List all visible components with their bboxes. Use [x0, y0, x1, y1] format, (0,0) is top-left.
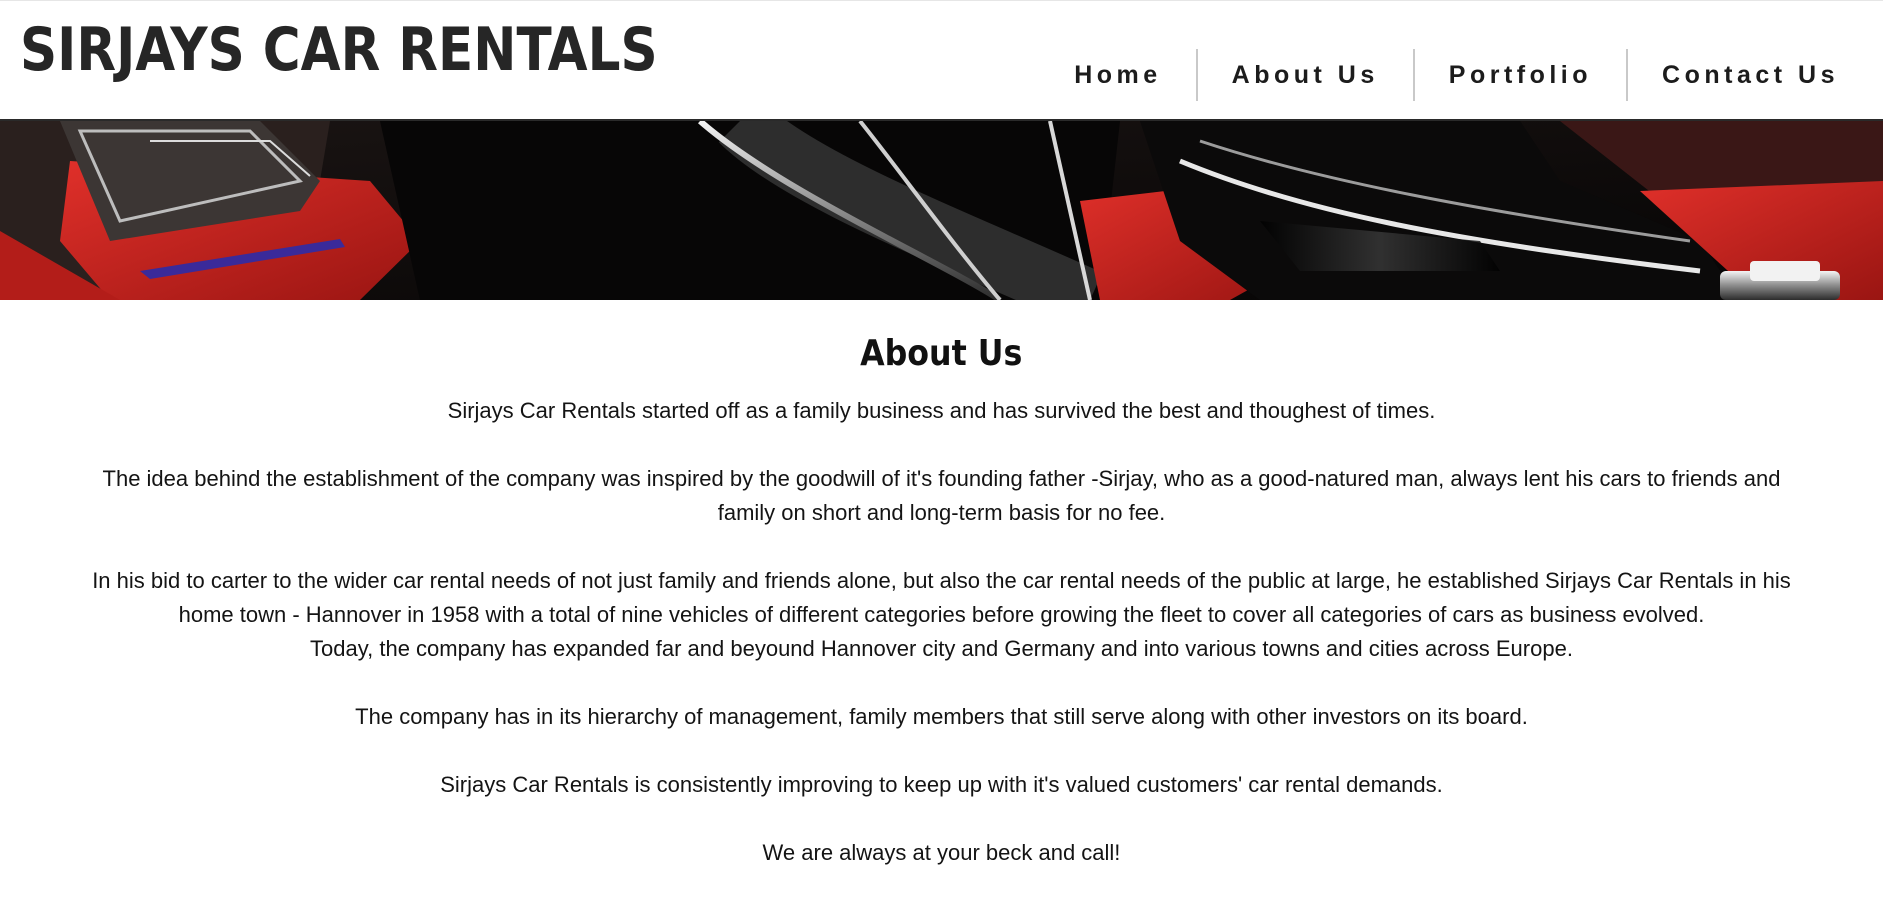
paragraph-line: The idea behind the establishment of the…	[102, 466, 1781, 491]
about-paragraph: Sirjays Car Rentals started off as a fam…	[62, 394, 1822, 428]
nav-item-home[interactable]: Home	[1074, 49, 1195, 101]
about-section: About Us Sirjays Car Rentals started off…	[0, 300, 1883, 870]
paragraph-line: Sirjays Car Rentals started off as a fam…	[447, 398, 1436, 423]
paragraph-line: Today, the company has expanded far and …	[310, 636, 1573, 661]
about-paragraph: We are always at your beck and call!	[62, 836, 1822, 870]
nav-item-portfolio[interactable]: Portfolio	[1415, 49, 1626, 101]
nav-item-contact-us[interactable]: Contact Us	[1628, 49, 1839, 101]
banner-illustration	[0, 121, 1883, 300]
about-paragraph: The company has in its hierarchy of mana…	[62, 700, 1822, 734]
about-paragraph: The idea behind the establishment of the…	[62, 462, 1822, 530]
paragraph-line: The company has in its hierarchy of mana…	[355, 704, 1528, 729]
paragraph-line: In his bid to carter to the wider car re…	[92, 568, 1791, 593]
site-logo-title[interactable]: SIRJAYS CAR RENTALS	[20, 15, 658, 85]
site-header: SIRJAYS CAR RENTALS Home About Us Portfo…	[0, 0, 1883, 123]
paragraph-line: We are always at your beck and call!	[762, 840, 1121, 865]
main-nav: Home About Us Portfolio Contact Us	[1074, 49, 1839, 101]
paragraph-line: home town - Hannover in 1958 with a tota…	[178, 602, 1705, 627]
paragraph-line: Sirjays Car Rentals is consistently impr…	[440, 772, 1443, 797]
banner-car-interior-image	[0, 121, 1883, 300]
about-heading: About Us	[860, 333, 1023, 374]
nav-item-about-us[interactable]: About Us	[1198, 49, 1413, 101]
about-paragraph: In his bid to carter to the wider car re…	[62, 564, 1822, 666]
paragraph-line: family on short and long-term basis for …	[717, 500, 1166, 525]
about-paragraph: Sirjays Car Rentals is consistently impr…	[62, 768, 1822, 802]
